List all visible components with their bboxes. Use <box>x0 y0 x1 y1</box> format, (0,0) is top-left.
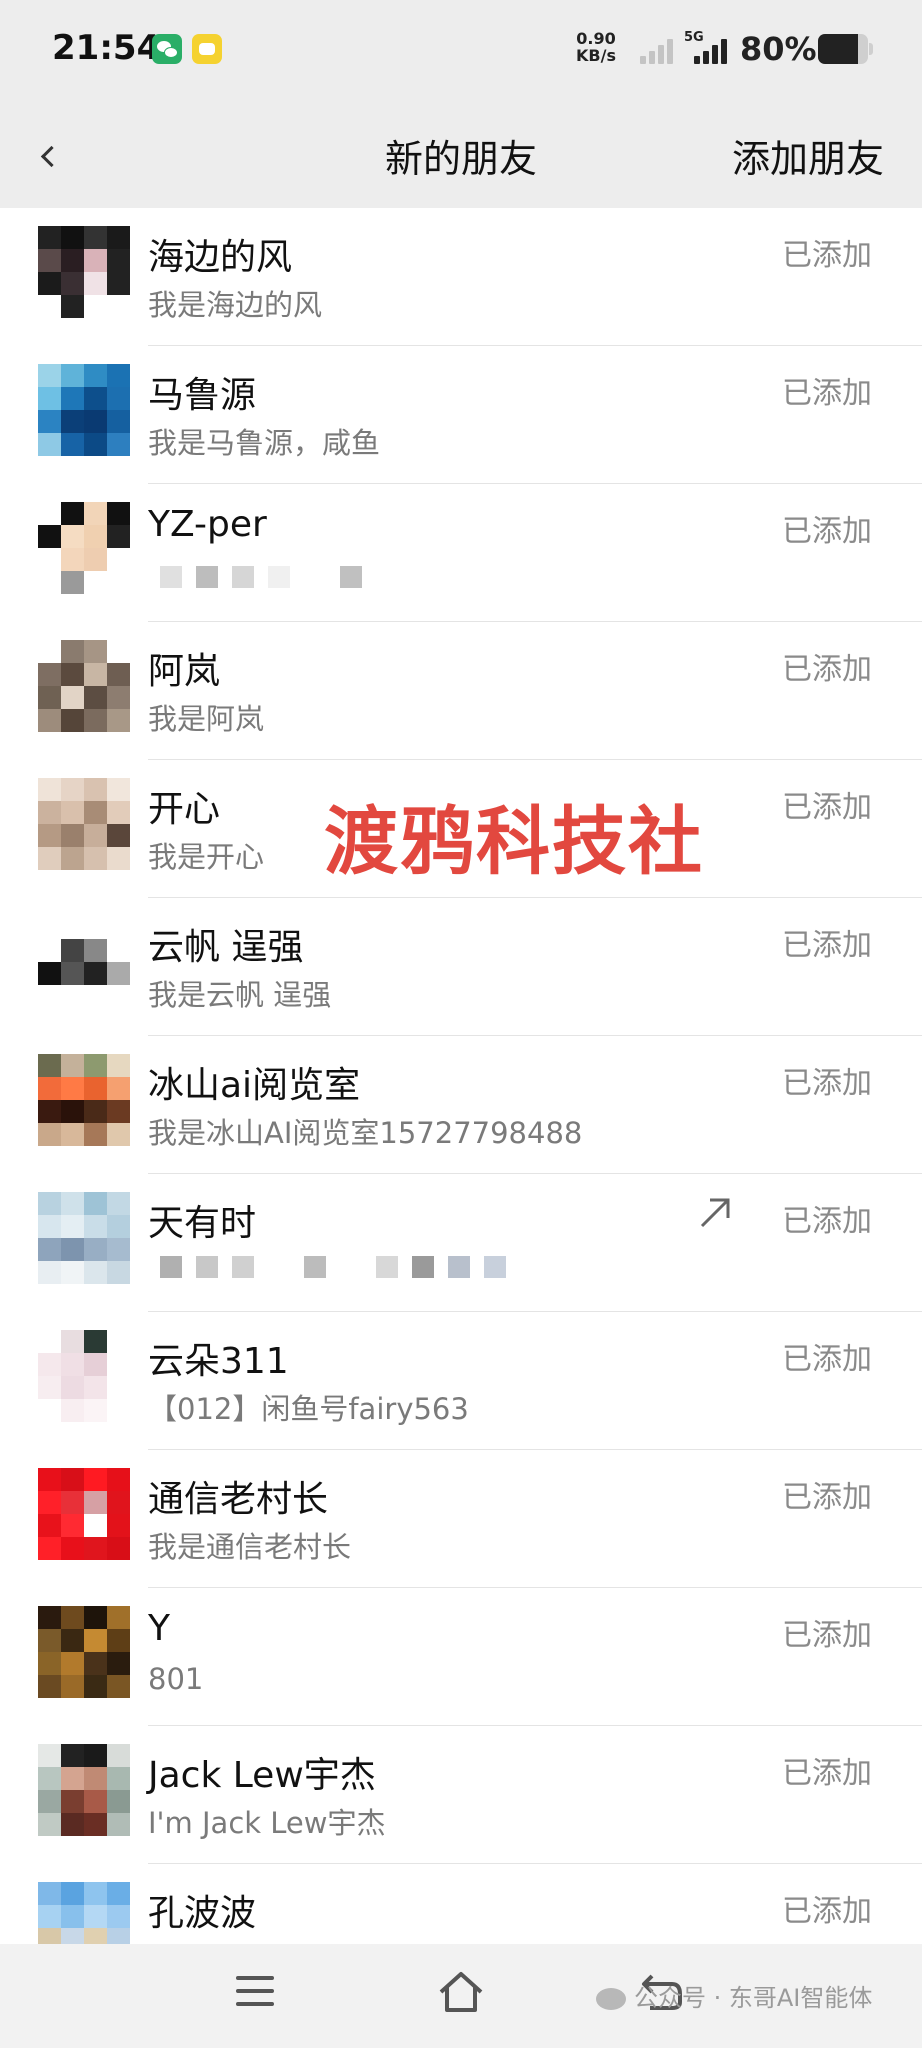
avatar[interactable] <box>38 1468 130 1560</box>
added-status: 已添加 <box>782 238 872 273</box>
avatar[interactable] <box>38 778 130 870</box>
avatar[interactable] <box>38 916 130 1008</box>
home-icon[interactable] <box>436 1968 486 2016</box>
avatar[interactable] <box>38 502 130 594</box>
watermark: 渡鸦科技社 <box>324 799 704 885</box>
avatar[interactable] <box>38 1882 130 1944</box>
bottom-credit-text: 公众号 · 东哥AI智能体 <box>634 1984 873 2012</box>
friend-row[interactable]: 云朵311 【012】闲鱼号fairy563 已添加 <box>0 1312 922 1450</box>
friend-request-note: 我是开心 <box>148 840 265 874</box>
friend-row[interactable]: 冰山ai阅览室我是冰山AI阅览室15727798488 已添加 <box>0 1036 922 1174</box>
friend-request-note: 我是通信老村长 <box>148 1530 352 1564</box>
avatar[interactable] <box>38 1330 130 1422</box>
network-speed-value: 0.90 <box>576 29 616 48</box>
friend-request-note: 我是海边的风 <box>148 288 323 322</box>
status-time: 21:54 <box>52 28 161 68</box>
wechat-official-account-icon <box>596 1988 626 2010</box>
friend-name: 海边的风 <box>148 237 293 278</box>
avatar[interactable] <box>38 640 130 732</box>
avatar[interactable] <box>38 226 130 318</box>
friend-name: YZ-per <box>148 504 267 545</box>
wechat-notification-icon <box>152 34 182 64</box>
friend-name: 开心 <box>148 789 221 830</box>
cell-signal-icon <box>690 38 727 64</box>
added-status: 已添加 <box>782 928 872 963</box>
friend-request-note: 【012】闲鱼号fairy563 <box>148 1392 469 1426</box>
battery-icon <box>818 34 873 64</box>
added-status: 已添加 <box>782 1894 872 1929</box>
friend-request-note-redacted <box>160 1256 520 1278</box>
friend-name: Y <box>148 1608 170 1649</box>
system-nav-bar: 公众号 · 东哥AI智能体 <box>0 1944 922 2048</box>
friend-row[interactable]: 通信老村长我是通信老村长 已添加 <box>0 1450 922 1588</box>
friend-request-note: 我是云帆 逞强 <box>148 978 332 1012</box>
share-arrow-icon <box>700 1198 730 1228</box>
friend-name: 通信老村长 <box>148 1479 329 1520</box>
bottom-credit: 公众号 · 东哥AI智能体 <box>596 1978 872 2013</box>
added-status: 已添加 <box>782 514 872 549</box>
friend-name: 冰山ai阅览室 <box>148 1065 361 1106</box>
friend-row[interactable]: 阿岚我是阿岚 已添加 <box>0 622 922 760</box>
added-status: 已添加 <box>782 1204 872 1239</box>
battery-fill <box>818 34 858 64</box>
friend-request-note-redacted <box>160 566 376 588</box>
friend-name: 天有时 <box>148 1203 257 1244</box>
add-friend-button[interactable]: 添加朋友 <box>732 128 884 183</box>
friend-row[interactable]: 马鲁源我是马鲁源，咸鱼 已添加 <box>0 346 922 484</box>
added-status: 已添加 <box>782 790 872 825</box>
added-status: 已添加 <box>782 652 872 687</box>
added-status: 已添加 <box>782 1480 872 1515</box>
avatar[interactable] <box>38 1054 130 1146</box>
friend-row[interactable]: YZ-per 已添加 <box>0 484 922 622</box>
app-notification-icon <box>192 34 222 64</box>
friend-request-note: I'm Jack Lew宇杰 <box>148 1806 386 1840</box>
added-status: 已添加 <box>782 1756 872 1791</box>
avatar[interactable] <box>38 1606 130 1698</box>
added-status: 已添加 <box>782 1618 872 1653</box>
avatar[interactable] <box>38 1744 130 1836</box>
friend-row[interactable]: 海边的风我是海边的风 已添加 <box>0 208 922 346</box>
network-speed: 0.90 KB/s <box>576 30 616 64</box>
friend-name: 孔波波 <box>148 1893 257 1934</box>
wifi-signal-icon <box>640 38 676 64</box>
friend-row[interactable]: 云帆 逞强我是云帆 逞强 已添加 <box>0 898 922 1036</box>
friend-name: Jack Lew宇杰 <box>148 1755 376 1796</box>
friend-name: 阿岚 <box>148 651 221 692</box>
avatar[interactable] <box>38 364 130 456</box>
friend-row[interactable]: 天有时 已添加 <box>0 1174 922 1312</box>
battery-percent: 80% <box>740 30 817 68</box>
friend-name: 云朵311 <box>148 1341 289 1382</box>
new-friends-list: 海边的风 我是海边的风 已添加 马鲁源 我是马鲁源，咸鱼 已添加 YZ-per 已添加 阿岚 我是… <box>0 208 922 1944</box>
friend-name: 云帆 逞强 <box>148 927 304 968</box>
added-status: 已添加 <box>782 1066 872 1101</box>
friend-request-note: 我是阿岚 <box>148 702 265 736</box>
friend-row[interactable]: Y 801 已添加 <box>0 1588 922 1726</box>
added-status: 已添加 <box>782 376 872 411</box>
friend-request-note: 我是马鲁源，咸鱼 <box>148 426 381 460</box>
friend-row[interactable]: 孔波波 已添加 <box>0 1864 922 1944</box>
avatar[interactable] <box>38 1192 130 1284</box>
friend-request-note: 801 <box>148 1662 204 1696</box>
added-status: 已添加 <box>782 1342 872 1377</box>
friend-name: 马鲁源 <box>148 375 257 416</box>
status-bar: 21:54 0.90 KB/s 5G 80% <box>0 0 922 100</box>
nav-bar: 新的朋友 添加朋友 <box>0 100 922 208</box>
friend-row[interactable]: Jack Lew宇杰 I'm Jack Lew宇杰 已添加 <box>0 1726 922 1864</box>
friend-request-note: 我是冰山AI阅览室15727798488 <box>148 1116 583 1150</box>
menu-icon[interactable] <box>236 1974 274 2008</box>
network-speed-unit: KB/s <box>576 46 616 65</box>
